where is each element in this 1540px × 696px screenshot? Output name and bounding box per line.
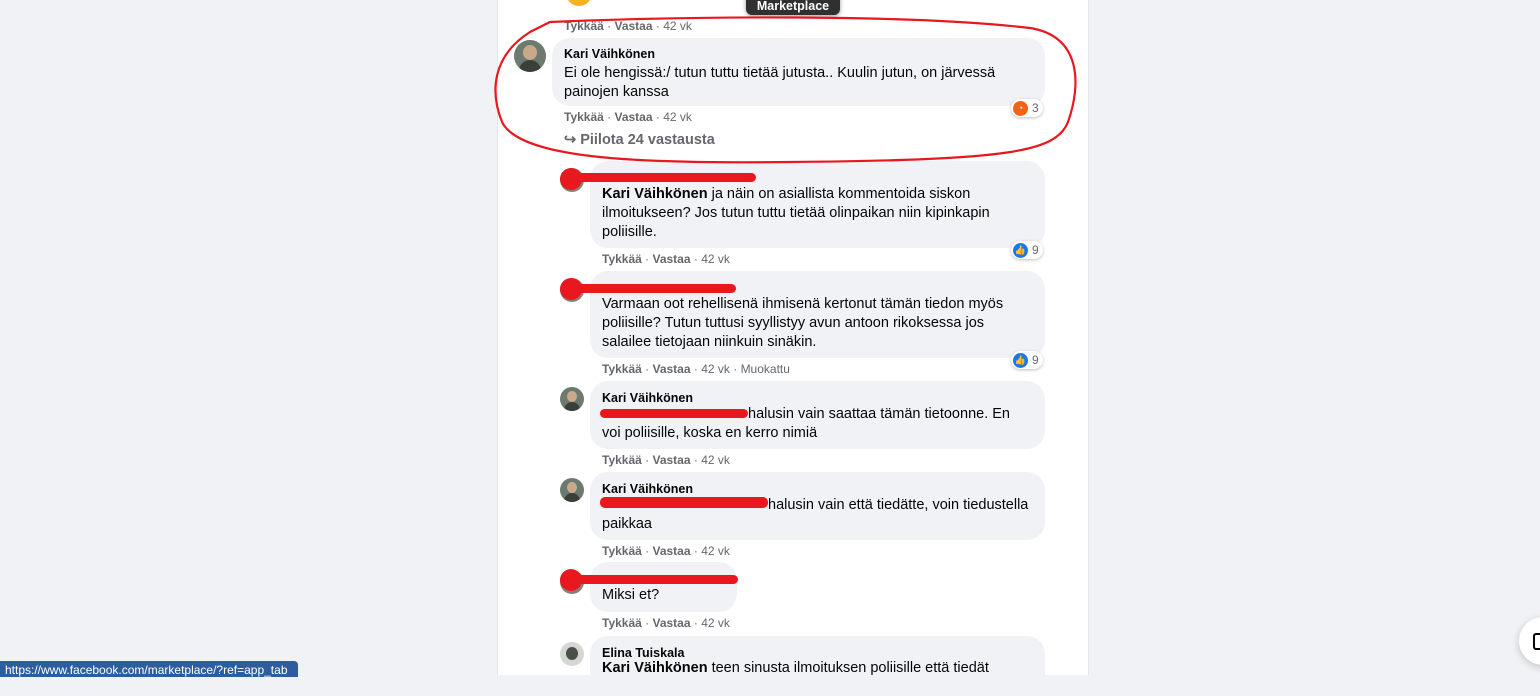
comment-actions: Tykkää · Vastaa · 42 vk xyxy=(602,453,730,467)
comment-actions: Tykkää · Vastaa · 42 vk · Muokattu xyxy=(602,362,790,376)
comment-feed: Marketplace Tykkää · Vastaa · 42 vk Kari… xyxy=(494,0,1089,696)
reaction-count[interactable]: 👍 9 xyxy=(1011,241,1043,259)
comment-author[interactable]: Elina Tuiskala xyxy=(602,646,684,660)
comment-bubble: Miksi et? xyxy=(590,562,737,612)
comment-actions: Tykkää · Vastaa · 42 vk xyxy=(602,616,730,630)
reply-link[interactable]: Vastaa xyxy=(652,252,690,266)
redaction-mark xyxy=(600,409,748,418)
like-link[interactable]: Tykkää xyxy=(602,544,642,558)
like-link[interactable]: Tykkää xyxy=(602,453,642,467)
comment-text: Varmaan oot rehellisenä ihmisenä kertonu… xyxy=(602,296,1004,350)
timestamp[interactable]: 42 vk xyxy=(701,544,730,558)
redaction-mark xyxy=(570,575,738,584)
like-link[interactable]: Tykkää xyxy=(602,362,642,376)
comment-text: Kari Väihkönen teen sinusta ilmoituksen … xyxy=(602,660,989,676)
reply-link[interactable]: Vastaa xyxy=(652,616,690,630)
mention-link[interactable]: Kari Väihkönen xyxy=(602,660,708,676)
comment-bubble: Elina Tuiskala Kari Väihkönen teen sinus… xyxy=(590,636,1045,696)
annotation-circle xyxy=(494,16,1077,164)
redaction-mark xyxy=(570,173,756,182)
comment-text: Kari Väihkönen ja näin on asiallista kom… xyxy=(602,186,990,240)
avatar[interactable] xyxy=(560,642,584,666)
timestamp[interactable]: 42 vk xyxy=(701,362,730,376)
like-reaction-icon: 👍 xyxy=(1013,242,1028,258)
comment-text: Miksi et? xyxy=(602,587,660,603)
reply-link[interactable]: Vastaa xyxy=(652,453,690,467)
timestamp[interactable]: 42 vk xyxy=(701,616,730,630)
reaction-number: 9 xyxy=(1032,243,1039,257)
edited-label: Muokattu xyxy=(740,362,790,376)
comment-author[interactable]: Kari Väihkönen xyxy=(602,391,693,405)
redaction-mark xyxy=(570,284,736,293)
timestamp[interactable]: 42 vk xyxy=(701,453,730,467)
reply-link[interactable]: Vastaa xyxy=(652,362,690,376)
timestamp[interactable]: 42 vk xyxy=(701,252,730,266)
comment-author[interactable]: Kari Väihkönen xyxy=(602,482,693,496)
compose-icon xyxy=(1533,633,1540,650)
new-message-button[interactable] xyxy=(1519,617,1540,665)
sad-emoji-icon xyxy=(566,0,592,6)
like-reaction-icon: 👍 xyxy=(1013,352,1028,368)
reply-link[interactable]: Vastaa xyxy=(652,544,690,558)
comment-actions: Tykkää · Vastaa · 42 vk xyxy=(602,252,730,266)
reaction-count[interactable]: 👍 9 xyxy=(1011,351,1043,369)
avatar[interactable] xyxy=(560,478,584,502)
avatar[interactable] xyxy=(560,387,584,411)
comment-actions: Tykkää · Vastaa · 42 vk xyxy=(602,544,730,558)
redaction-mark xyxy=(600,497,768,508)
mention-link[interactable]: Kari Väihkönen xyxy=(602,186,708,202)
like-link[interactable]: Tykkää xyxy=(602,616,642,630)
reaction-number: 9 xyxy=(1032,353,1039,367)
like-link[interactable]: Tykkää xyxy=(602,252,642,266)
